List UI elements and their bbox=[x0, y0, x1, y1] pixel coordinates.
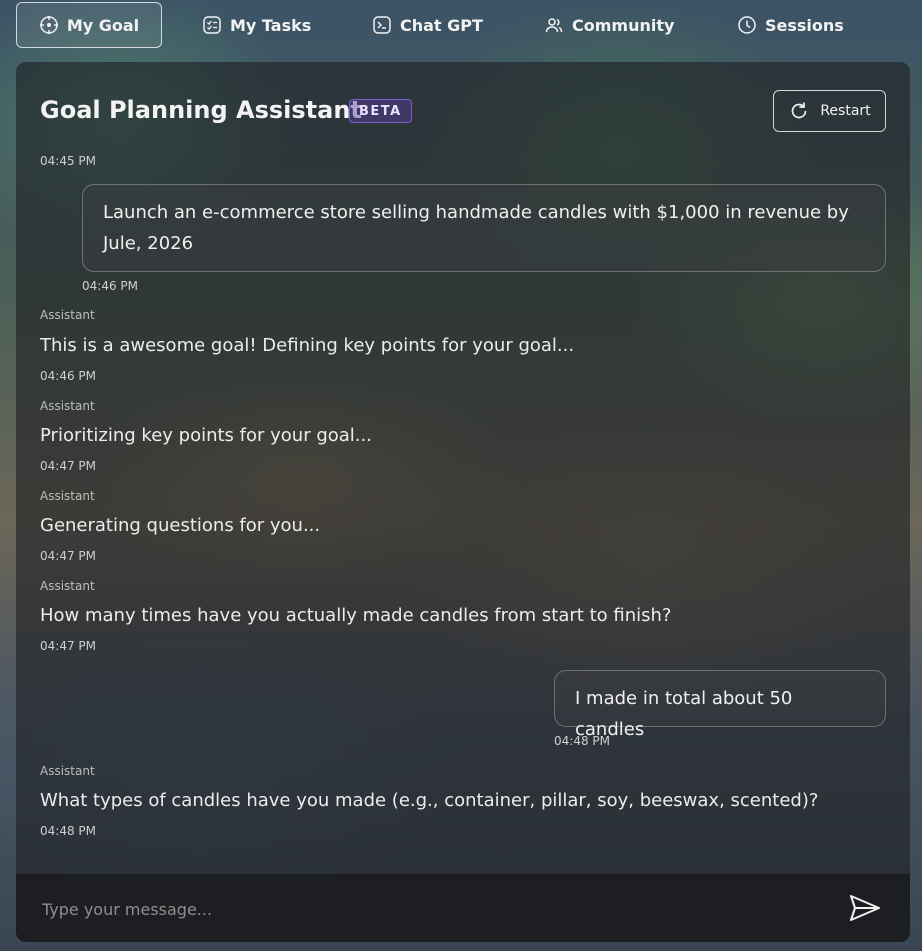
top-nav: My Goal My Tasks Chat GPT Community Sess… bbox=[0, 0, 922, 52]
chat-panel: Goal Planning Assistant BETA Restart 04:… bbox=[16, 62, 910, 942]
message-timestamp: 04:46 PM bbox=[40, 369, 96, 383]
nav-sessions[interactable]: Sessions bbox=[727, 2, 854, 48]
user-message-bubble: I made in total about 50 candles bbox=[554, 670, 886, 740]
nav-chat-gpt[interactable]: Chat GPT bbox=[362, 2, 493, 48]
message-timestamp: 04:47 PM bbox=[40, 459, 96, 473]
sender-label: Assistant bbox=[40, 489, 95, 503]
nav-community[interactable]: Community bbox=[534, 2, 684, 48]
refresh-icon bbox=[792, 102, 807, 119]
users-icon bbox=[545, 18, 563, 33]
assistant-message: What types of candles have you made (e.g… bbox=[40, 790, 819, 811]
message-text: Launch an e-commerce store selling handm… bbox=[103, 202, 849, 223]
assistant-message: How many times have you actually made ca… bbox=[40, 605, 672, 626]
message-timestamp: 04:47 PM bbox=[40, 549, 96, 563]
target-icon bbox=[39, 16, 58, 34]
message-timestamp: 04:47 PM bbox=[40, 639, 96, 653]
message-timestamp: 04:48 PM bbox=[40, 824, 96, 838]
nav-my-goal[interactable]: My Goal bbox=[16, 2, 162, 48]
assistant-message: This is a awesome goal! Defining key poi… bbox=[40, 335, 575, 356]
beta-badge: BETA bbox=[349, 99, 412, 123]
sender-label: Assistant bbox=[40, 579, 95, 593]
nav-label: My Goal bbox=[66, 15, 140, 35]
nav-label: Chat GPT bbox=[400, 15, 483, 35]
sender-label: Assistant bbox=[40, 308, 95, 322]
assistant-message: Prioritizing key points for your goal... bbox=[40, 425, 372, 446]
tasks-icon bbox=[203, 16, 221, 34]
terminal-icon bbox=[373, 16, 391, 34]
sender-label: Assistant bbox=[40, 399, 95, 413]
message-text: I made in total about 50 candles bbox=[575, 688, 793, 740]
nav-label: My Tasks bbox=[230, 15, 312, 35]
message-timestamp: 04:48 PM bbox=[554, 734, 610, 748]
message-composer bbox=[16, 873, 910, 942]
restart-label: Restart bbox=[820, 103, 871, 119]
nav-my-tasks[interactable]: My Tasks bbox=[192, 2, 321, 48]
sender-label: Assistant bbox=[40, 764, 95, 778]
message-timestamp: 04:45 PM bbox=[40, 154, 96, 168]
clock-icon bbox=[738, 16, 756, 34]
message-input[interactable] bbox=[40, 894, 824, 924]
message-timestamp: 04:46 PM bbox=[82, 279, 138, 293]
page-title: Goal Planning Assistant bbox=[40, 96, 362, 124]
message-text-line2: Jule, 2026 bbox=[103, 233, 194, 254]
restart-button[interactable]: Restart bbox=[773, 90, 886, 132]
assistant-message: Generating questions for you... bbox=[40, 515, 321, 536]
nav-label: Sessions bbox=[765, 15, 844, 35]
send-icon[interactable] bbox=[848, 893, 882, 923]
nav-label: Community bbox=[572, 15, 675, 35]
user-message-bubble: Launch an e-commerce store selling handm… bbox=[82, 184, 886, 272]
